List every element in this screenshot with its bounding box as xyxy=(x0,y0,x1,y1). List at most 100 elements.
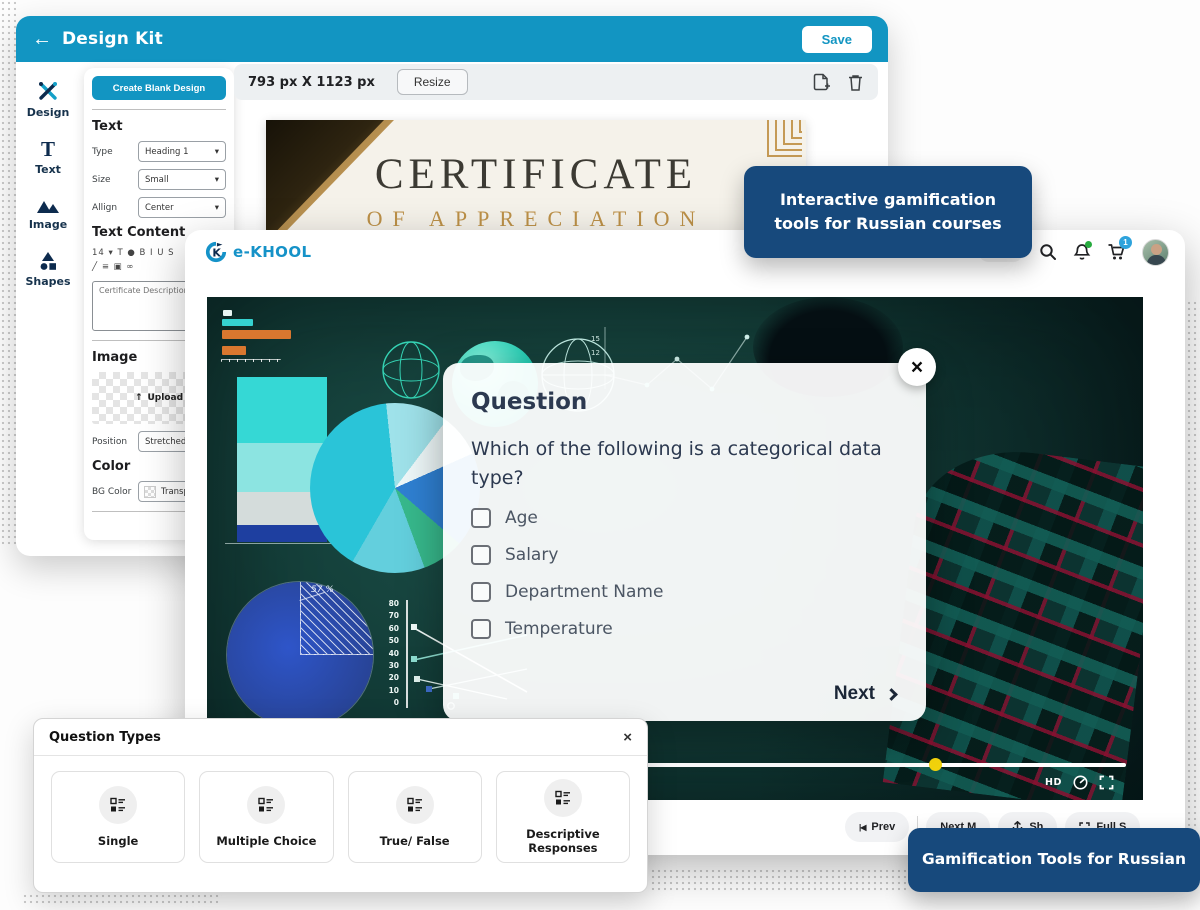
chevron-right-icon xyxy=(885,688,898,701)
options-list: Age Salary Department Name Temperature xyxy=(471,508,898,639)
checklist-icon-badge xyxy=(396,786,434,824)
sidebar-label-image: Image xyxy=(29,218,67,231)
design-kit-header: ← Design Kit Save xyxy=(16,16,888,62)
bar-chart-graphic xyxy=(222,346,246,355)
playback-speed-icon[interactable] xyxy=(1073,775,1088,790)
align-value: Center xyxy=(145,203,174,213)
bar-chart-graphic xyxy=(222,330,291,339)
ekhool-logo-icon: K xyxy=(205,241,227,263)
size-select[interactable]: Small ▾ xyxy=(138,169,226,190)
checklist-icon-badge xyxy=(247,786,285,824)
prev-button[interactable]: |◀ Prev xyxy=(845,812,909,842)
text-section-heading: Text xyxy=(92,119,226,134)
chevron-down-icon: ▾ xyxy=(215,175,219,185)
sidebar-item-image[interactable]: Image xyxy=(29,196,67,231)
video-progress-handle[interactable] xyxy=(929,758,942,771)
bar-chart-graphic xyxy=(222,319,253,326)
gamification-tooltip: Interactive gamification tools for Russi… xyxy=(744,166,1032,258)
search-icon xyxy=(1039,243,1057,261)
certificate-title: CERTIFICATE xyxy=(266,150,806,199)
certificate-preview[interactable]: CERTIFICATE OF APPRECIATION xyxy=(266,120,806,248)
card-label: Single xyxy=(98,834,138,848)
design-kit-sidebar: Design T Text Image Shapes xyxy=(16,62,80,556)
card-label: Multiple Choice xyxy=(216,834,316,848)
ekhool-logo-text: e-KHOOL xyxy=(233,243,311,261)
size-row: Size Small ▾ xyxy=(92,169,226,190)
design-kit-title: Design Kit xyxy=(62,29,163,49)
halftone-decor-right xyxy=(1186,300,1200,835)
upload-label: Upload xyxy=(148,393,184,403)
align-row: Allign Center ▾ xyxy=(92,197,226,218)
align-select[interactable]: Center ▾ xyxy=(138,197,226,218)
bar-chart-axis xyxy=(221,359,281,362)
canvas-actions xyxy=(812,73,864,92)
checkbox[interactable] xyxy=(471,582,491,602)
close-icon[interactable]: × xyxy=(623,729,632,746)
option-row-salary[interactable]: Salary xyxy=(471,545,898,565)
delete-page-button[interactable] xyxy=(847,73,864,92)
option-row-department-name[interactable]: Department Name xyxy=(471,582,898,602)
question-modal: × Question Which of the following is a c… xyxy=(443,363,926,721)
option-label: Temperature xyxy=(505,619,613,639)
divider xyxy=(92,109,226,110)
user-avatar[interactable] xyxy=(1142,239,1169,266)
fullscreen-icon[interactable] xyxy=(1099,775,1114,790)
create-blank-design-button[interactable]: Create Blank Design xyxy=(92,76,226,100)
sidebar-item-shapes[interactable]: Shapes xyxy=(25,251,70,288)
notifications-button[interactable] xyxy=(1073,243,1091,261)
sidebar-label-text: Text xyxy=(35,163,61,176)
add-page-button[interactable] xyxy=(812,73,831,92)
checkbox[interactable] xyxy=(471,619,491,639)
design-tools-icon xyxy=(37,80,59,102)
card-single[interactable]: Single xyxy=(51,771,185,863)
checkbox[interactable] xyxy=(471,545,491,565)
gamification-banner: Gamification Tools for Russian xyxy=(908,828,1200,892)
image-mountains-icon xyxy=(36,196,60,214)
checklist-icon-badge xyxy=(99,786,137,824)
option-label: Department Name xyxy=(505,582,663,602)
video-hud: HD xyxy=(1045,775,1114,790)
prev-label: Prev xyxy=(871,821,895,833)
align-label: Allign xyxy=(92,203,117,213)
cart-button[interactable]: 1 xyxy=(1107,243,1126,261)
line-chart-axis xyxy=(406,600,408,708)
checkbox[interactable] xyxy=(471,508,491,528)
card-descriptive-responses[interactable]: Descriptive Responses xyxy=(496,771,630,863)
search-button[interactable] xyxy=(1039,243,1057,261)
checklist-icon xyxy=(555,790,571,806)
close-icon[interactable]: × xyxy=(898,348,936,386)
back-arrow-icon[interactable]: ← xyxy=(32,29,52,49)
question-type-cards: Single Multiple Choice xyxy=(34,756,647,878)
transparency-swatch xyxy=(144,486,156,498)
option-row-age[interactable]: Age xyxy=(471,508,898,528)
bar-chart-graphic xyxy=(223,310,232,316)
checklist-icon-badge xyxy=(544,779,582,817)
resize-button[interactable]: Resize xyxy=(397,69,468,95)
sidebar-item-design[interactable]: Design xyxy=(27,80,70,119)
next-question-button[interactable]: Next xyxy=(834,683,896,705)
tooltip-text: Interactive gamification tools for Russi… xyxy=(762,188,1014,236)
ekhool-logo[interactable]: K e-KHOOL xyxy=(205,241,311,263)
bg-color-label: BG Color xyxy=(92,487,131,497)
halftone-decor-bottom-left xyxy=(22,893,222,907)
checklist-icon xyxy=(258,797,274,813)
type-row: Type Heading 1 ▾ xyxy=(92,141,226,162)
line-chart-axis-labels: 8070 6050 4030 2010 0 xyxy=(379,599,399,707)
card-multiple-choice[interactable]: Multiple Choice xyxy=(199,771,333,863)
type-select[interactable]: Heading 1 ▾ xyxy=(138,141,226,162)
hd-quality-button[interactable]: HD xyxy=(1045,777,1062,788)
checklist-icon xyxy=(407,797,423,813)
svg-text:K: K xyxy=(212,247,221,260)
card-true-false[interactable]: True/ False xyxy=(348,771,482,863)
lms-header: K e-KHOOL LMS xyxy=(185,230,1185,274)
sidebar-item-text[interactable]: T Text xyxy=(35,139,61,176)
option-row-temperature[interactable]: Temperature xyxy=(471,619,898,639)
sketch-label: 15 xyxy=(591,335,600,343)
trash-icon xyxy=(847,73,864,92)
checklist-icon xyxy=(110,797,126,813)
blue-pie-graphic xyxy=(227,582,373,728)
size-label: Size xyxy=(92,175,110,185)
upload-icon: ↑ xyxy=(135,393,143,403)
save-button[interactable]: Save xyxy=(802,26,872,53)
chevron-down-icon: ▾ xyxy=(215,147,219,157)
